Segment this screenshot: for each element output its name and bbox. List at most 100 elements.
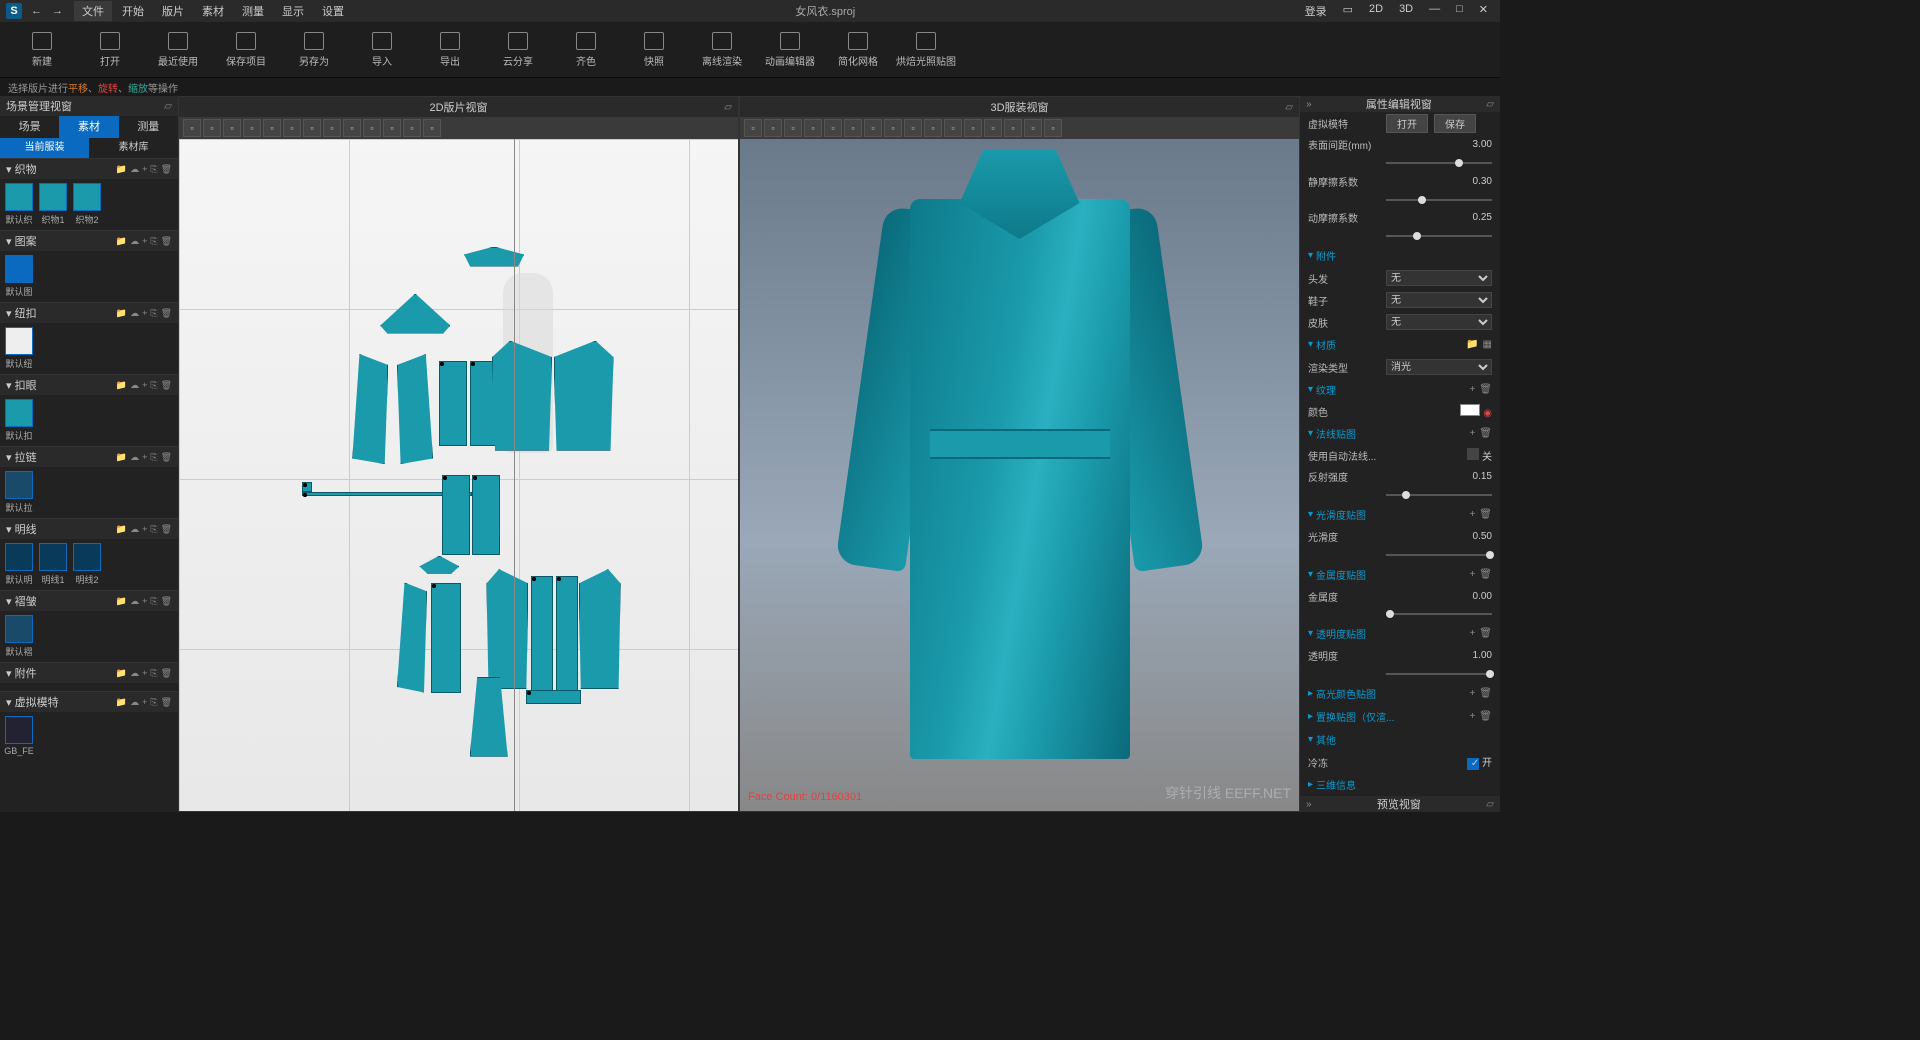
tool-离线渲染[interactable]: 离线渲染	[690, 26, 754, 73]
checkbox[interactable]	[1467, 448, 1479, 460]
section-material[interactable]: ▾ 材质	[1308, 337, 1336, 352]
vp-tool-1[interactable]: ▫	[764, 119, 782, 137]
prop-value[interactable]: 0.25	[1386, 212, 1492, 223]
collapse-icon[interactable]: »	[1306, 799, 1312, 810]
vp-tool-11[interactable]: ▫	[964, 119, 982, 137]
opacity-slider[interactable]	[1386, 673, 1492, 675]
copy-icon[interactable]: ⎘	[150, 308, 157, 319]
thumb-默认纽[interactable]: 默认纽	[4, 327, 34, 370]
tool-简化网格[interactable]: 简化网格	[826, 26, 890, 73]
subtab-素材库[interactable]: 素材库	[89, 138, 178, 158]
vp-tool-10[interactable]: ▫	[944, 119, 962, 137]
section-3dinfo[interactable]: ▸ 三维信息	[1308, 777, 1356, 792]
vp-tool-0[interactable]: ▫	[183, 119, 201, 137]
vp-tool-7[interactable]: ▫	[323, 119, 341, 137]
cloud-icon[interactable]: ☁	[130, 668, 139, 679]
thumb-GB_FE[interactable]: GB_FE	[4, 716, 34, 756]
vp-tool-8[interactable]: ▫	[343, 119, 361, 137]
folder-icon[interactable]: 📁	[116, 380, 127, 391]
vp-tool-6[interactable]: ▫	[864, 119, 882, 137]
section-pleat[interactable]: ▾ 褶皱	[6, 593, 37, 609]
layout-button[interactable]: ▭	[1337, 3, 1359, 19]
tab-素材[interactable]: 素材	[59, 116, 118, 138]
subtab-当前服装[interactable]: 当前服装	[0, 138, 89, 158]
section-button[interactable]: ▾ 纽扣	[6, 305, 37, 321]
menu-版片[interactable]: 版片	[154, 1, 192, 21]
pattern-piece[interactable]	[397, 354, 433, 464]
thumb-织物1[interactable]: 织物1	[38, 183, 68, 226]
section-zipper[interactable]: ▾ 拉链	[6, 449, 37, 465]
vp-tool-6[interactable]: ▫	[303, 119, 321, 137]
canvas-2d[interactable]	[179, 139, 738, 811]
section-pattern[interactable]: ▾ 图案	[6, 233, 37, 249]
folder-icon[interactable]: 📁	[116, 697, 127, 708]
prop-value[interactable]: 0.00	[1386, 591, 1492, 602]
add-icon[interactable]: +	[1469, 428, 1475, 439]
pattern-piece[interactable]	[439, 361, 467, 446]
cloud-icon[interactable]: ☁	[130, 524, 139, 535]
hair-select[interactable]: 无	[1386, 270, 1492, 286]
tool-另存为[interactable]: 另存为	[282, 26, 346, 73]
menu-显示[interactable]: 显示	[274, 1, 312, 21]
tool-云分享[interactable]: 云分享	[486, 26, 550, 73]
section-stitch[interactable]: ▾ 明线	[6, 521, 37, 537]
add-icon[interactable]: +	[142, 697, 147, 708]
delete-icon[interactable]: 🗑	[1479, 569, 1492, 580]
tool-烘焙光照贴图[interactable]: 烘焙光照贴图	[894, 26, 958, 73]
shoes-select[interactable]: 无	[1386, 292, 1492, 308]
vp-tool-1[interactable]: ▫	[203, 119, 221, 137]
expand-icon[interactable]: ▱	[1486, 799, 1494, 810]
delete-icon[interactable]: 🗑	[1479, 628, 1492, 639]
section-fabric[interactable]: ▾ 织物	[6, 161, 37, 177]
folder-icon[interactable]: 📁	[116, 668, 127, 679]
section-avatar[interactable]: ▾ 虚拟模特	[6, 694, 59, 710]
tab-测量[interactable]: 测量	[119, 116, 178, 138]
pattern-piece[interactable]	[442, 475, 470, 555]
vp-tool-11[interactable]: ▫	[403, 119, 421, 137]
pattern-piece[interactable]	[419, 556, 459, 574]
reflect-slider[interactable]	[1386, 494, 1492, 496]
section-hole[interactable]: ▾ 扣眼	[6, 377, 37, 393]
cloud-icon[interactable]: ☁	[130, 452, 139, 463]
copy-icon[interactable]: ⎘	[150, 524, 157, 535]
delete-icon[interactable]: 🗑	[161, 380, 172, 391]
folder-icon[interactable]: 📁	[116, 308, 127, 319]
delete-icon[interactable]: 🗑	[161, 697, 172, 708]
pattern-piece[interactable]	[556, 576, 578, 691]
copy-icon[interactable]: ⎘	[150, 380, 157, 391]
section-smooth[interactable]: ▾ 光滑度贴图	[1308, 507, 1366, 522]
delete-icon[interactable]: 🗑	[1479, 428, 1492, 439]
checkbox[interactable]: ✓	[1467, 758, 1479, 770]
section-displace[interactable]: ▸ 置换贴图（仅渲...	[1308, 709, 1394, 724]
menu-开始[interactable]: 开始	[114, 1, 152, 21]
thumb-默认扣[interactable]: 默认扣	[4, 399, 34, 442]
maximize-button[interactable]: □	[1450, 3, 1469, 19]
vp-tool-5[interactable]: ▫	[844, 119, 862, 137]
folder-icon[interactable]: 📁	[116, 164, 127, 175]
folder-icon[interactable]: 📁	[116, 596, 127, 607]
prop-value[interactable]: 1.00	[1386, 650, 1492, 661]
thumb-默认褶[interactable]: 默认褶	[4, 615, 34, 658]
pattern-piece[interactable]	[302, 482, 312, 492]
delete-icon[interactable]: 🗑	[1479, 384, 1492, 395]
render-type-select[interactable]: 消光	[1386, 359, 1492, 375]
pattern-piece[interactable]	[554, 341, 614, 451]
add-icon[interactable]: +	[1469, 569, 1475, 580]
add-icon[interactable]: +	[1469, 711, 1475, 722]
vp-tool-8[interactable]: ▫	[904, 119, 922, 137]
vp-tool-2[interactable]: ▫	[223, 119, 241, 137]
save-button[interactable]: 保存	[1434, 114, 1476, 133]
thumb-默认图[interactable]: 默认图	[4, 255, 34, 298]
menu-文件[interactable]: 文件	[74, 1, 112, 21]
cloud-icon[interactable]: ☁	[130, 596, 139, 607]
section-accessory[interactable]: ▾ 附件	[6, 665, 37, 681]
copy-icon[interactable]: ⎘	[150, 596, 157, 607]
copy-icon[interactable]: ⎘	[150, 697, 157, 708]
undo-button[interactable]: ←	[28, 5, 45, 17]
skin-select[interactable]: 无	[1386, 314, 1492, 330]
expand-icon[interactable]: ▱	[724, 102, 732, 113]
prop-value[interactable]: 0.50	[1386, 531, 1492, 542]
surface-dist-slider[interactable]	[1386, 162, 1492, 164]
cloud-icon[interactable]: ☁	[130, 236, 139, 247]
login-button[interactable]: 登录	[1299, 3, 1333, 19]
